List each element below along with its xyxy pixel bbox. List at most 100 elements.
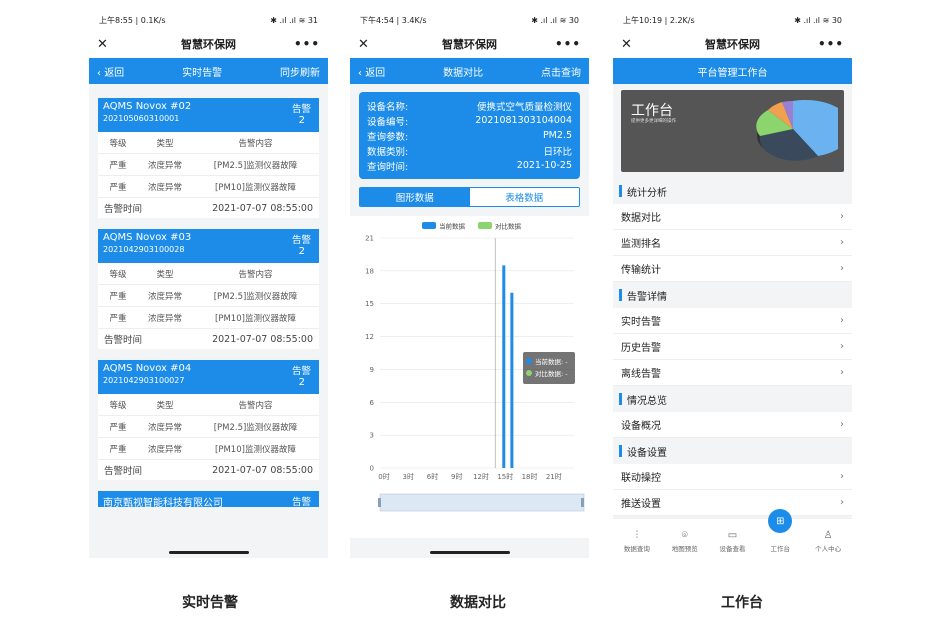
more-icon[interactable]: ••• [818, 37, 844, 51]
close-icon[interactable]: ✕ [97, 37, 108, 52]
page-title: 平台管理工作台 [697, 67, 768, 79]
chevron-right-icon: › [840, 315, 844, 326]
back-button[interactable]: ‹ 返回 [358, 64, 385, 79]
status-bar: 上午8:55 | 0.1K/s ✱ .ıl .ıl ≋ 31 [89, 10, 328, 30]
chevron-right-icon: › [840, 497, 844, 508]
nav-bar: 平台管理工作台 [613, 58, 852, 84]
menu-item-label: 推送设置 [621, 499, 661, 510]
device-code: 202105060310001 [103, 114, 180, 123]
device-name: AQMS Novox #02 [103, 101, 192, 112]
tooltip-compare: 对比数据: - [535, 370, 568, 378]
app-title-bar: ✕ 智慧环保网 ••• [350, 30, 589, 58]
nav-bar: ‹ 返回 实时告警 同步刷新 [89, 58, 328, 84]
chevron-right-icon: › [840, 367, 844, 378]
app-title: 智慧环保网 [705, 38, 760, 51]
page-title: 数据对比 [443, 67, 484, 79]
menu-item-label: 监测排名 [621, 239, 661, 250]
more-icon[interactable]: ••• [294, 37, 320, 51]
menu-item[interactable]: 传输统计 › [613, 256, 852, 282]
tab-table-data[interactable]: 表格数据 [469, 188, 579, 206]
tab-icon: ⌾ [681, 530, 688, 541]
device-name: 南京甄视智能科技有限公司 [103, 498, 223, 509]
chevron-right-icon: › [840, 341, 844, 352]
alarm-time-row: 告警时间 2021-07-07 08:55:00 [98, 329, 319, 349]
back-label: 返回 [365, 67, 386, 79]
alarm-time-label: 告警时间 [104, 466, 143, 477]
column-header: 等级 [109, 138, 127, 149]
caption-data-compare: 数据对比 [450, 595, 506, 611]
table-cell: 浓度异常 [147, 182, 182, 193]
device-name: AQMS Novox #04 [103, 363, 192, 374]
sync-refresh-button[interactable]: 同步刷新 [280, 64, 320, 79]
compare-dot-icon [526, 370, 532, 376]
section-marker [619, 289, 622, 301]
chart-tooltip: 当前数据: - 对比数据: - [523, 352, 575, 384]
app-title: 智慧环保网 [181, 38, 236, 51]
column-header: 类型 [156, 138, 174, 149]
legend-label: 当前数据 [439, 222, 466, 231]
table-cell: 浓度异常 [147, 160, 182, 171]
close-icon[interactable]: ✕ [621, 37, 632, 52]
phone-realtime-alarm: 上午8:55 | 0.1K/s ✱ .ıl .ıl ≋ 31 ✕ 智慧环保网 •… [89, 10, 328, 558]
section-header: 情况总览 [613, 386, 852, 412]
app-title-bar: ✕ 智慧环保网 ••• [89, 30, 328, 58]
y-tick-label: 9 [370, 366, 374, 374]
menu-item[interactable]: 联动操控 › [613, 464, 852, 490]
alarm-table-header: 等级 类型 告警内容 [98, 394, 319, 416]
back-button[interactable]: ‹ 返回 [97, 64, 124, 79]
column-header: 等级 [109, 269, 127, 280]
menu-item-label: 离线告警 [621, 369, 661, 380]
x-tick-label: 15时 [497, 472, 513, 481]
close-icon[interactable]: ✕ [358, 37, 369, 52]
status-right: ✱ .ıl .ıl ≋ 31 [270, 15, 318, 25]
table-cell: 严重 [109, 182, 127, 193]
more-icon[interactable]: ••• [555, 37, 581, 51]
alarm-time-value: 2021-07-07 08:55:00 [212, 464, 313, 476]
table-cell: 严重 [109, 313, 127, 324]
legend-label: 对比数据 [495, 222, 522, 231]
menu-item[interactable]: 离线告警 › [613, 360, 852, 386]
query-button[interactable]: 点击查询 [541, 64, 581, 79]
info-key: 数据类别: [367, 146, 409, 158]
alarm-card[interactable]: 南京甄视智能科技有限公司 告警 [98, 491, 319, 509]
menu-item-label: 传输统计 [621, 265, 661, 276]
alarm-card[interactable]: AQMS Novox #02 202105060310001 告警 2 等级 类型 告警内容… [98, 98, 319, 218]
alarm-table-header: 等级 类型 告警内容 [98, 132, 319, 154]
column-header: 类型 [156, 400, 174, 411]
menu-item[interactable]: 监测排名 › [613, 230, 852, 256]
chevron-right-icon: › [840, 471, 844, 482]
pie-chart-icon [756, 99, 838, 161]
section-title: 设备设置 [627, 447, 667, 459]
alarm-label: 告警 [291, 235, 311, 246]
menu-item[interactable]: 数据对比 › [613, 204, 852, 230]
alarm-card-header: 南京甄视智能科技有限公司 告警 [98, 491, 319, 509]
section-title: 统计分析 [627, 187, 667, 199]
tab-label: 工作台 [770, 545, 791, 553]
table-cell: [PM2.5]监测仪器故障 [213, 422, 298, 433]
alarm-card[interactable]: AQMS Novox #03 2021042903100028 告警 2 等级 类型 告警内… [98, 229, 319, 349]
menu-item[interactable]: 设备概况 › [613, 412, 852, 438]
section-marker [619, 393, 622, 405]
menu-item[interactable]: 历史告警 › [613, 334, 852, 360]
workbench-banner: 工作台 提供更多更详细的操作 [621, 90, 844, 172]
tab-label: 设备查看 [719, 545, 746, 553]
tab-2[interactable]: ▭ 设备查看 [709, 519, 757, 558]
chart-container: 当前数据 对比数据 0 3 6 9 12 15 18 21 0时 3时 6时 9时 12时 15时 18时 21时… [350, 216, 589, 538]
alarm-table-header: 等级 类型 告警内容 [98, 263, 319, 285]
tab-4[interactable]: ♙ 个人中心 [804, 519, 852, 558]
info-key: 设备编号: [367, 116, 409, 128]
menu-item[interactable]: 推送设置 › [613, 490, 852, 516]
caption-workbench: 工作台 [721, 595, 763, 611]
phone-data-compare: 下午4:54 | 3.4K/s ✱ .ıl .ıl ≋ 30 ✕ 智慧环保网 •… [350, 10, 589, 558]
tab-0[interactable]: ⫶ 数据查询 [613, 519, 661, 558]
alarm-card[interactable]: AQMS Novox #04 2021042903100027 告警 2 等级 类型 告警内… [98, 360, 319, 480]
tab-1[interactable]: ⌾ 地图预览 [661, 519, 709, 558]
compare-content: 设备名称: 便携式空气质量检测仪 设备编号: 2021081303104004 查询参数… [350, 84, 589, 558]
y-tick-label: 18 [365, 267, 374, 275]
menu-item[interactable]: 实时告警 › [613, 308, 852, 334]
info-row: 查询时间: 2021-10-25 [367, 158, 572, 173]
tab-chart-data[interactable]: 图形数据 [360, 188, 470, 206]
info-value: 2021081303104004 [475, 115, 572, 126]
table-row: 严重 浓度异常 [PM2.5]监测仪器故障 [98, 416, 319, 438]
tab-3[interactable]: ⊞ 工作台 [756, 509, 804, 558]
